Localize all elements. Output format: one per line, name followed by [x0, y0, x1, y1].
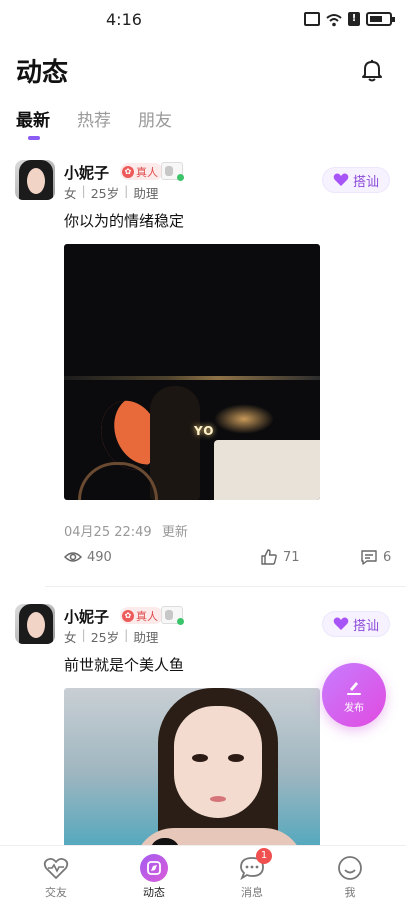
post-photo[interactable]: YO	[64, 244, 320, 500]
feed-tabs: 最新 热荐 朋友	[16, 106, 199, 140]
nav-messages[interactable]: 1 消息	[222, 848, 282, 900]
status-time: 4:16	[106, 10, 142, 29]
user-name[interactable]: 小妮子	[64, 606, 109, 627]
post-text: 你以为的情绪稳定	[64, 212, 185, 230]
id-verified-icon	[161, 606, 184, 625]
user-meta: 女 | 25岁 | 助理	[64, 183, 159, 201]
heart-icon	[333, 617, 349, 630]
user-name[interactable]: 小妮子	[64, 162, 109, 183]
nav-moments[interactable]: 动态	[124, 854, 184, 900]
verified-icon: ✿	[122, 609, 134, 622]
smiley-icon	[336, 854, 364, 882]
heartbeat-icon	[42, 854, 70, 882]
photo-sign-text: YO	[194, 424, 215, 438]
chat-up-button[interactable]: 搭讪	[322, 167, 390, 193]
heart-icon	[333, 173, 349, 186]
thumbs-up-icon	[261, 549, 277, 565]
like-button[interactable]: 71	[260, 548, 300, 566]
bell-icon[interactable]	[358, 56, 386, 84]
avatar[interactable]	[15, 604, 55, 644]
tab-hot[interactable]: 热荐	[77, 106, 111, 131]
unread-badge: 1	[256, 848, 272, 864]
comment-button[interactable]: 6	[360, 548, 391, 566]
alert-icon: !	[348, 12, 360, 26]
nav-me[interactable]: 我	[320, 854, 380, 900]
vibrate-icon	[304, 12, 320, 26]
chat-bubble-icon: 1	[238, 848, 272, 882]
chat-up-button[interactable]: 搭讪	[322, 611, 390, 637]
tab-friends[interactable]: 朋友	[138, 106, 172, 131]
eye-icon	[64, 552, 82, 562]
battery-icon	[366, 12, 395, 26]
bottom-nav: 交友 动态 1 消息 我	[0, 845, 406, 903]
real-person-badge: ✿ 真人	[120, 163, 163, 180]
id-verified-icon	[161, 162, 184, 181]
user-meta: 女 | 25岁 | 助理	[64, 627, 159, 645]
nav-make-friends[interactable]: 交友	[26, 854, 86, 900]
publish-button[interactable]: 发布	[322, 663, 386, 727]
post-text: 前世就是个美人鱼	[64, 656, 185, 674]
verified-icon: ✿	[122, 165, 134, 178]
post-divider	[45, 586, 406, 587]
post-timestamp: 04月25 22:49 更新	[64, 525, 188, 540]
pen-icon	[347, 681, 361, 695]
real-person-badge: ✿ 真人	[120, 607, 163, 624]
status-bar: 4:16 !	[0, 0, 406, 40]
post-photo[interactable]	[64, 688, 320, 858]
status-icons: !	[304, 12, 395, 27]
wifi-icon	[326, 12, 342, 27]
avatar[interactable]	[15, 160, 55, 200]
page-title: 动态	[16, 58, 69, 88]
views-stat: 490	[64, 548, 112, 566]
post-stats: 490 71 6	[64, 548, 391, 568]
comment-icon	[361, 550, 377, 565]
tab-latest[interactable]: 最新	[16, 106, 50, 140]
compass-icon	[140, 854, 168, 882]
